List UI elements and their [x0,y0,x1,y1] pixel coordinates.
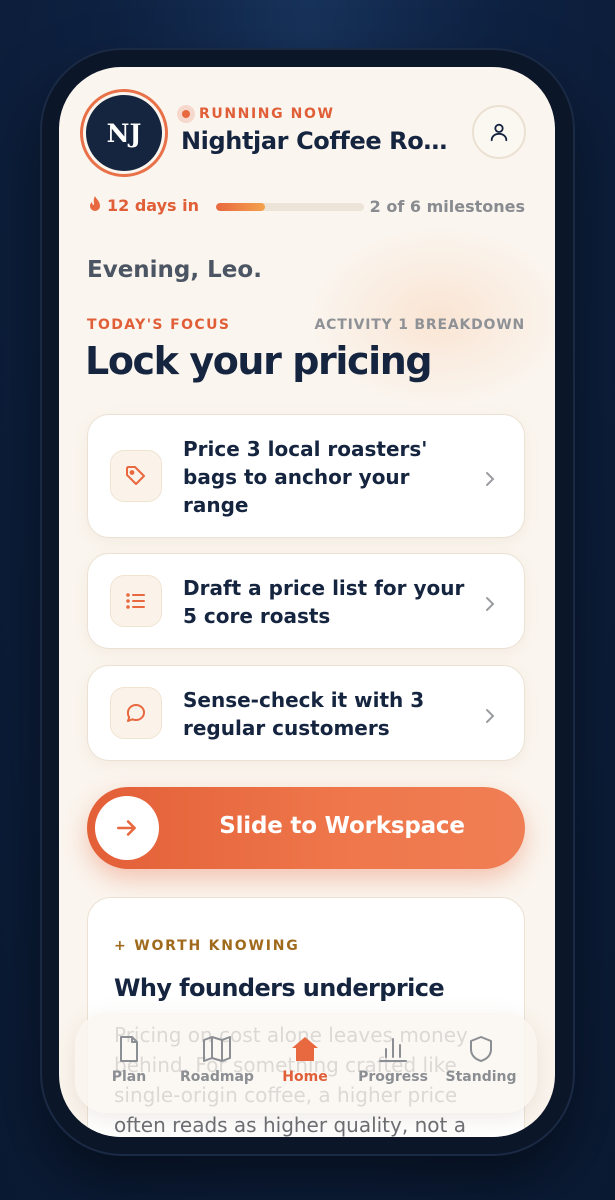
activity-breakdown-label[interactable]: ACTIVITY 1 BREAKDOWN [315,317,525,333]
nav-label: Progress [358,1069,428,1085]
milestone-progress-bar [216,203,364,211]
slide-label: Slide to Workspace [219,813,465,839]
tag-icon [110,450,162,502]
running-status: RUNNING NOW [177,105,335,123]
nav-item-plan[interactable]: Plan [89,1033,169,1085]
profile-button[interactable] [472,105,526,159]
milestone-progress-fill [216,203,265,211]
slide-to-workspace[interactable]: Slide to Workspace [87,787,525,869]
nav-item-progress[interactable]: Progress [353,1033,433,1085]
slide-handle[interactable] [95,796,159,860]
focus-title: Lock your pricing [85,339,433,383]
chevron-right-icon [486,709,495,723]
nav-item-home[interactable]: Home [265,1033,345,1085]
person-icon [490,123,508,142]
task-card[interactable]: Sense-check it with 3 regular customers [87,665,525,761]
map-icon [203,1036,231,1062]
avatar[interactable]: NJ [86,95,162,171]
nav-label: Plan [111,1069,147,1085]
live-dot-icon [177,105,195,123]
arrow-right-icon [117,820,136,836]
document-icon [120,1036,138,1062]
chat-bubble-icon [110,687,162,739]
home-icon [292,1037,318,1061]
bottom-nav: Plan Roadmap Home Progress Standing [75,1013,537,1113]
worth-knowing-title: Why founders underprice [114,974,445,1002]
greeting: Evening, Leo. [87,257,262,283]
shield-icon [470,1036,492,1062]
app-screen: NJ RUNNING NOW Nightjar Coffee Roasters … [59,67,555,1137]
nav-item-roadmap[interactable]: Roadmap [177,1033,257,1085]
todays-focus-label: TODAY'S FOCUS [87,317,231,333]
status-label: RUNNING NOW [199,106,335,122]
task-text: Sense-check it with 3 regular customers [183,688,425,740]
milestones-count: 2 of 6 milestones [369,197,525,216]
worth-knowing-tag: + WORTH KNOWING [114,938,300,954]
chevron-right-icon [486,597,495,611]
task-text: Draft a price list for your 5 core roast… [183,576,465,628]
chevron-right-icon [486,472,495,486]
venture-name: Nightjar Coffee Roasters [181,127,463,155]
nav-label: Roadmap [180,1069,254,1085]
bar-chart-icon [379,1038,407,1062]
task-card[interactable]: Price 3 local roasters' bags to anchor y… [87,414,525,538]
streak-label: 12 days in [107,195,199,215]
nav-item-standing[interactable]: Standing [441,1033,521,1085]
nav-label: Standing [445,1069,517,1085]
task-text: Price 3 local roasters' bags to anchor y… [183,437,428,517]
streak: 12 days in [87,195,199,215]
flame-icon [90,196,100,211]
list-icon [110,575,162,627]
task-card[interactable]: Draft a price list for your 5 core roast… [87,553,525,649]
nav-label: Home [282,1069,328,1085]
